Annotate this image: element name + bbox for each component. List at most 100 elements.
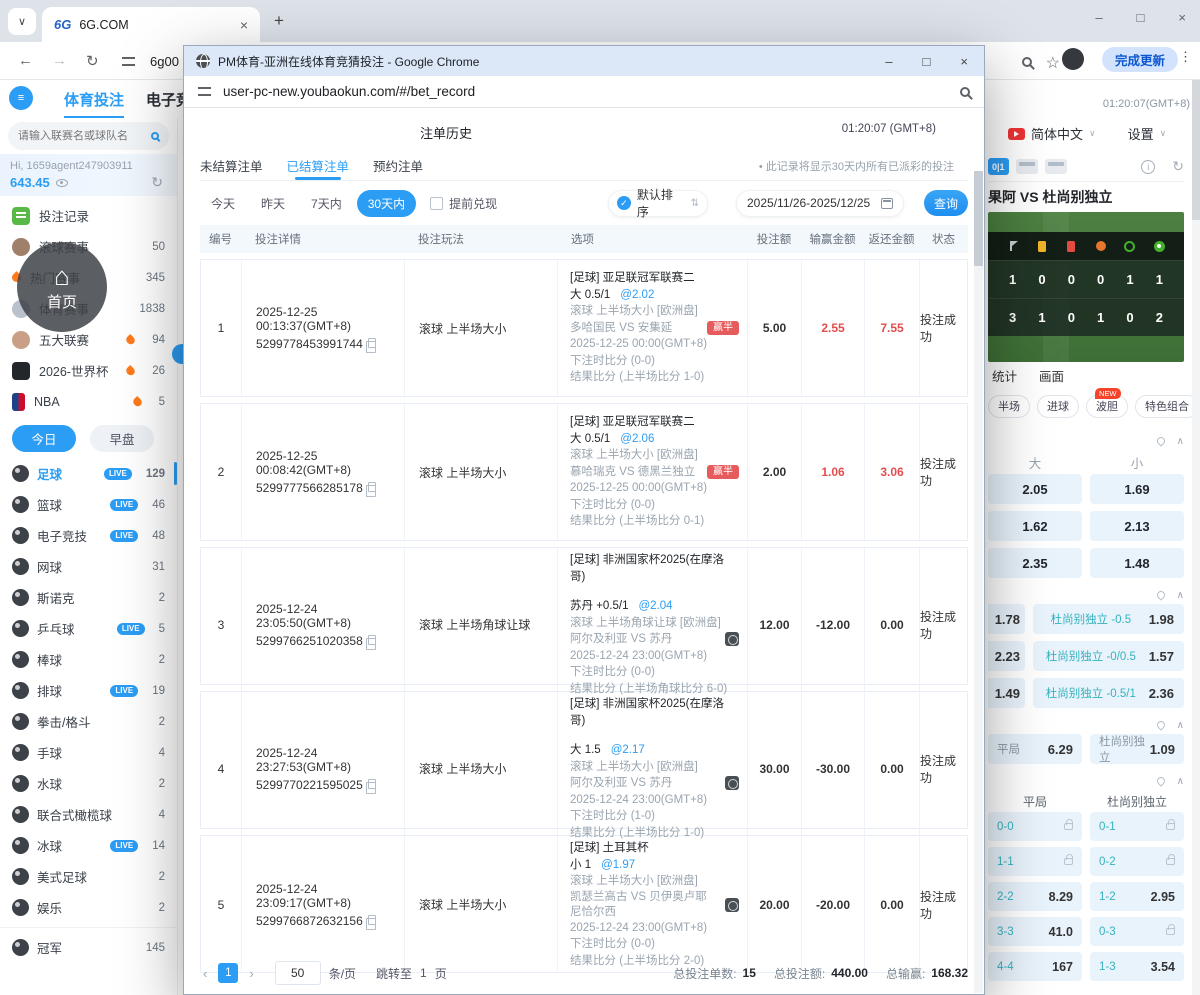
sport-item-volleyball[interactable]: 排球 LIVE 19 [0, 675, 177, 706]
chrome-update-button[interactable]: 完成更新 [1102, 47, 1178, 72]
search-input[interactable] [18, 130, 136, 142]
score-odds-cell[interactable]: 1-22.95 [1090, 882, 1184, 911]
brand-icon[interactable]: ≡ [9, 86, 33, 110]
popup-scrollbar[interactable] [974, 171, 983, 993]
sidebar-item-top5-leagues[interactable]: 五大联赛 94 [0, 324, 177, 355]
query-button[interactable]: 查询 [924, 190, 968, 216]
view-odds-tab[interactable]: 0|1 [988, 158, 1009, 175]
sport-item-entertainment[interactable]: 娱乐 2 [0, 892, 177, 923]
language-select[interactable]: 简体中文 [1031, 124, 1083, 143]
settings-button[interactable]: 设置 [1128, 124, 1154, 143]
close-icon[interactable]: × [1178, 10, 1186, 25]
video-icon[interactable] [1008, 128, 1025, 140]
filter-today[interactable]: 今天 [200, 190, 246, 217]
copy-icon[interactable] [368, 635, 376, 645]
sport-item-boxing[interactable]: 拳击/格斗 2 [0, 706, 177, 737]
copy-icon[interactable] [368, 338, 376, 348]
sport-item-waterpolo[interactable]: 水球 2 [0, 768, 177, 799]
pin-icon[interactable] [1155, 435, 1166, 446]
zoom-out-icon[interactable] [1022, 54, 1032, 71]
maximize-icon[interactable]: □ [1137, 10, 1145, 25]
sport-item-soccer[interactable]: 足球 LIVE 129 [0, 458, 177, 489]
sport-item-snooker[interactable]: 斯诺克 2 [0, 582, 177, 613]
odds-cell[interactable]: 2.13 [1090, 511, 1184, 541]
filter-yesterday[interactable]: 昨天 [250, 190, 296, 217]
sport-item-baseball[interactable]: 棒球 2 [0, 644, 177, 675]
odds-cell[interactable]: 平局 6.29 [988, 734, 1082, 764]
sort-select[interactable]: ✓ 默认排序 ⇅ [608, 190, 708, 217]
tab-reserved[interactable]: 预约注单 [373, 151, 423, 180]
odds-cell[interactable]: 1.78 [988, 604, 1025, 634]
score-odds-cell[interactable]: 0-3 [1090, 917, 1184, 946]
sport-item-tabletennis[interactable]: 乒乓球 LIVE 5 [0, 613, 177, 644]
filter-30days[interactable]: 30天内 [357, 190, 416, 217]
tab-statistics[interactable]: 统计 [992, 366, 1017, 385]
pin-icon[interactable] [1155, 719, 1166, 730]
refresh-icon[interactable]: ↻ [1172, 158, 1184, 175]
odds-cell[interactable]: 2.35 [988, 548, 1082, 578]
collapse-icon[interactable]: ∧ [1177, 590, 1184, 601]
jump-page-value[interactable]: 1 [420, 966, 427, 980]
search-box[interactable] [8, 122, 169, 150]
tab-close-icon[interactable]: × [240, 17, 248, 33]
score-odds-cell[interactable]: 0-0 [988, 812, 1082, 841]
eye-icon[interactable] [56, 179, 68, 187]
sport-item-handball[interactable]: 手球 4 [0, 737, 177, 768]
sport-item-football-us[interactable]: 美式足球 2 [0, 861, 177, 892]
score-odds-cell[interactable]: 4-4167 [988, 952, 1082, 981]
score-odds-cell[interactable]: 0-1 [1090, 812, 1184, 841]
bookmark-star-icon[interactable]: ☆ [1046, 53, 1060, 73]
score-odds-cell[interactable]: 1-33.54 [1090, 952, 1184, 981]
reload-icon[interactable]: ↻ [86, 52, 99, 70]
early-market-button[interactable]: 早盘 [90, 425, 154, 452]
page-scrollbar[interactable] [1192, 80, 1200, 995]
score-odds-cell[interactable]: 1-1 [988, 847, 1082, 876]
market-pill-goals[interactable]: 进球 [1037, 395, 1079, 418]
score-odds-cell[interactable]: 0-2 [1090, 847, 1184, 876]
sport-item-basketball[interactable]: 篮球 LIVE 46 [0, 489, 177, 520]
pin-icon[interactable] [1155, 775, 1166, 786]
browser-tab[interactable]: 6G 6G.COM × [42, 7, 260, 42]
popup-maximize-icon[interactable]: □ [923, 54, 931, 69]
tab-unsettled[interactable]: 未结算注单 [200, 151, 263, 180]
page-size-input[interactable] [275, 961, 321, 985]
popup-close-icon[interactable]: × [960, 54, 968, 69]
sport-item-icehockey[interactable]: 冰球 LIVE 14 [0, 830, 177, 861]
nav-sports-betting[interactable]: 体育投注 [64, 89, 124, 119]
market-pill-half[interactable]: 半场 [988, 395, 1030, 418]
popup-titlebar[interactable]: PM体育-亚洲在线体育竞猜投注 - Google Chrome – □ × [184, 46, 984, 76]
odds-cell[interactable]: 1.49 [988, 678, 1025, 708]
sidebar-item-worldcup[interactable]: 2026-世界杯 26 [0, 355, 177, 386]
popup-url[interactable]: user-pc-new.youbaokun.com/#/bet_record [223, 84, 475, 99]
view-stats-tab[interactable] [1045, 159, 1067, 174]
odds-cell[interactable]: 杜尚别独立 -0/0.5 1.57 [1033, 641, 1184, 671]
odds-cell[interactable]: 1.69 [1090, 474, 1184, 504]
copy-icon[interactable] [368, 482, 376, 492]
tab-screen[interactable]: 画面 [1039, 366, 1064, 385]
new-tab-button[interactable]: + [274, 11, 284, 31]
current-page[interactable]: 1 [218, 963, 238, 983]
tab-search-caret-icon[interactable]: ∨ [8, 8, 36, 35]
site-info-icon[interactable] [122, 57, 135, 66]
odds-cell[interactable]: 杜尚别独立 -0.5 1.98 [1033, 604, 1184, 634]
checkbox-icon[interactable] [430, 197, 443, 210]
profile-avatar[interactable] [1062, 48, 1084, 70]
sidebar-item-bet-records[interactable]: 投注记录 [0, 200, 177, 231]
filter-7days[interactable]: 7天内 [300, 190, 353, 217]
cashout-checkbox-row[interactable]: 提前兑现 [430, 195, 497, 212]
info-icon[interactable]: i [1141, 160, 1155, 174]
site-info-icon[interactable] [198, 87, 211, 96]
score-odds-cell[interactable]: 3-341.0 [988, 917, 1082, 946]
copy-icon[interactable] [368, 915, 376, 925]
sidebar-item-nba[interactable]: NBA 5 [0, 386, 177, 417]
odds-cell[interactable]: 1.48 [1090, 548, 1184, 578]
sport-item-tennis[interactable]: 网球 31 [0, 551, 177, 582]
date-range-picker[interactable]: 2025/11/26-2025/12/25 [736, 190, 904, 217]
sport-item-rugby[interactable]: 联合式橄榄球 4 [0, 799, 177, 830]
view-live-tab[interactable] [1016, 159, 1038, 174]
sport-item-outright[interactable]: 冠军 145 [0, 932, 177, 963]
forward-icon[interactable]: → [52, 52, 67, 69]
minimize-icon[interactable]: – [1095, 10, 1102, 25]
odds-cell[interactable]: 2.05 [988, 474, 1082, 504]
tab-settled[interactable]: 已结算注单 [287, 151, 350, 180]
